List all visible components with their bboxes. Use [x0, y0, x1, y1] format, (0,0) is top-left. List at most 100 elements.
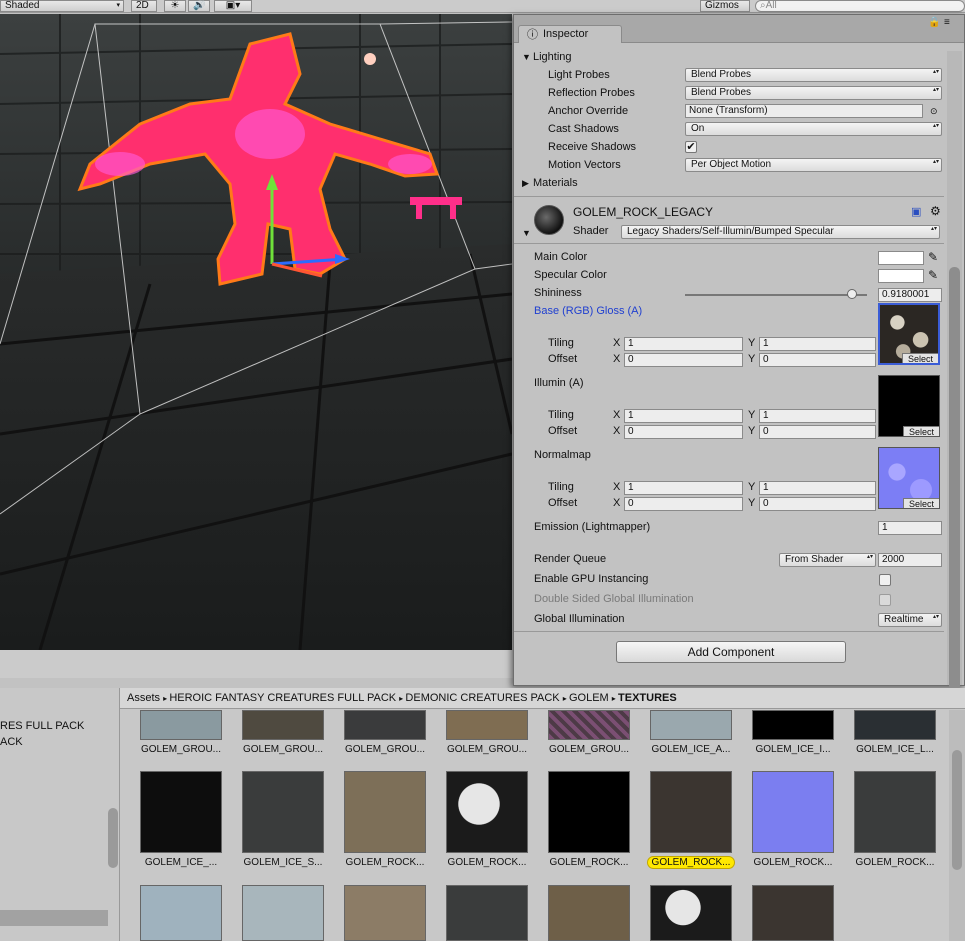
texture-thumbnail[interactable] — [548, 710, 630, 740]
texture-thumbnail[interactable] — [344, 885, 426, 941]
foldout-open-icon[interactable]: ▼ — [522, 228, 531, 238]
base-offset-y-field[interactable]: 0 — [759, 353, 876, 367]
normal-offset-y-field[interactable]: 0 — [759, 497, 876, 511]
cast-shadows-dropdown[interactable]: On — [685, 122, 942, 136]
main-color-swatch[interactable] — [878, 251, 924, 265]
illum-offset-x-field[interactable]: 0 — [624, 425, 743, 439]
breadcrumb-item[interactable]: HEROIC FANTASY CREATURES FULL PACK — [169, 692, 396, 704]
texture-label[interactable]: GOLEM_ROCK... — [437, 857, 537, 868]
texture-label[interactable]: GOLEM_GROU... — [335, 744, 435, 755]
effects-toggle-icon[interactable]: ▣▾ — [214, 0, 252, 12]
texture-thumbnail[interactable] — [344, 771, 426, 853]
texture-thumbnail[interactable] — [752, 710, 834, 740]
normalmap-texture-slot[interactable]: Select — [878, 447, 940, 509]
receive-shadows-checkbox[interactable]: ✔ — [685, 141, 697, 153]
texture-label[interactable]: GOLEM_ICE_L... — [845, 744, 945, 755]
object-picker-icon[interactable]: ⊙ — [930, 102, 938, 120]
light-probes-dropdown[interactable]: Blend Probes — [685, 68, 942, 82]
texture-label[interactable]: GOLEM_ROCK... — [335, 857, 435, 868]
base-tiling-y-field[interactable]: 1 — [759, 337, 876, 351]
eyedropper-icon[interactable]: ✎ — [928, 250, 938, 264]
shading-mode-dropdown[interactable]: Shaded ▾ — [0, 0, 124, 12]
breadcrumb-item[interactable]: Assets — [127, 692, 160, 704]
texture-thumbnail[interactable] — [140, 771, 222, 853]
texture-thumbnail[interactable] — [446, 885, 528, 941]
texture-label[interactable]: GOLEM_ICE_S... — [233, 857, 333, 868]
shininess-slider-thumb[interactable] — [847, 289, 858, 299]
inspector-scrollbar-thumb[interactable] — [949, 267, 960, 691]
base-tiling-x-field[interactable]: 1 — [624, 337, 743, 351]
texture-thumbnail[interactable] — [752, 771, 834, 853]
lighting-foldout[interactable]: ▼ Lighting — [514, 48, 944, 66]
gizmos-dropdown[interactable]: Gizmos ▾ — [700, 0, 750, 20]
shininess-value-field[interactable]: 0.9180001 — [878, 288, 942, 302]
texture-thumbnail[interactable] — [242, 885, 324, 941]
gpu-instancing-checkbox[interactable] — [879, 574, 891, 586]
folder-tree-scrollbar-thumb[interactable] — [108, 808, 118, 868]
emission-field[interactable]: 1 — [878, 521, 942, 535]
assets-scrollbar-thumb[interactable] — [952, 750, 962, 870]
texture-thumbnail[interactable] — [140, 710, 222, 740]
texture-label[interactable]: GOLEM_ICE_... — [131, 857, 231, 868]
texture-thumbnail[interactable] — [446, 710, 528, 740]
illumin-texture-slot[interactable]: Select — [878, 375, 940, 437]
shininess-slider-track[interactable] — [685, 294, 867, 296]
texture-thumbnail[interactable] — [752, 885, 834, 941]
2d-toggle-button[interactable]: 2D — [131, 0, 157, 12]
motion-vectors-dropdown[interactable]: Per Object Motion — [685, 158, 942, 172]
texture-thumbnail[interactable] — [650, 710, 732, 740]
texture-thumbnail[interactable] — [854, 771, 936, 853]
select-button[interactable]: Select — [902, 353, 938, 364]
render-queue-dropdown[interactable]: From Shader — [779, 553, 876, 567]
texture-label[interactable]: GOLEM_ROCK... — [743, 857, 843, 868]
reflection-probes-dropdown[interactable]: Blend Probes — [685, 86, 942, 100]
base-offset-x-field[interactable]: 0 — [624, 353, 743, 367]
materials-foldout[interactable]: ▶ Materials — [514, 174, 944, 192]
folder-item[interactable]: RES FULL PACK — [0, 720, 84, 732]
select-button[interactable]: Select — [903, 426, 939, 437]
texture-label[interactable]: GOLEM_GROU... — [539, 744, 639, 755]
texture-thumbnail[interactable] — [242, 710, 324, 740]
texture-thumbnail[interactable] — [548, 885, 630, 941]
gear-icon[interactable]: ⚙ — [930, 204, 941, 218]
global-illumination-dropdown[interactable]: Realtime — [878, 613, 942, 627]
texture-label[interactable]: GOLEM_GROU... — [233, 744, 333, 755]
eyedropper-icon[interactable]: ✎ — [928, 268, 938, 282]
texture-label[interactable]: GOLEM_ICE_A... — [641, 744, 741, 755]
inspector-scrollbar[interactable] — [947, 51, 962, 691]
texture-thumbnail[interactable] — [650, 771, 732, 853]
specular-color-swatch[interactable] — [878, 269, 924, 283]
lighting-toggle-icon[interactable]: ☀ — [164, 0, 186, 12]
base-texture-slot[interactable]: Select — [878, 303, 940, 365]
tab-inspector[interactable]: ⓘ Inspector — [518, 25, 622, 43]
breadcrumb-item[interactable]: GOLEM — [569, 692, 609, 704]
texture-label[interactable]: GOLEM_GROU... — [437, 744, 537, 755]
scene-view[interactable] — [0, 14, 512, 650]
texture-label[interactable]: GOLEM_ROCK... — [539, 857, 639, 868]
audio-toggle-icon[interactable]: 🔊 — [188, 0, 210, 12]
breadcrumb-item-current[interactable]: TEXTURES — [618, 692, 677, 704]
normal-offset-x-field[interactable]: 0 — [624, 497, 743, 511]
texture-thumbnail[interactable] — [548, 771, 630, 853]
add-component-button[interactable]: Add Component — [616, 641, 846, 663]
normal-tiling-y-field[interactable]: 1 — [759, 481, 876, 495]
select-button[interactable]: Select — [903, 498, 939, 509]
lock-icon[interactable]: 🔒 — [928, 17, 940, 28]
texture-thumbnail[interactable] — [242, 771, 324, 853]
anchor-override-field[interactable]: None (Transform) — [685, 104, 923, 118]
scene-search-input[interactable]: ⌕All — [755, 0, 965, 12]
illum-tiling-y-field[interactable]: 1 — [759, 409, 876, 423]
help-icon[interactable]: ▣ — [911, 205, 921, 218]
breadcrumb-item[interactable]: DEMONIC CREATURES PACK — [405, 692, 559, 704]
folder-item[interactable]: ACK — [0, 736, 23, 748]
texture-label[interactable]: GOLEM_ICE_I... — [743, 744, 843, 755]
render-queue-field[interactable]: 2000 — [878, 553, 942, 567]
texture-thumbnail[interactable] — [854, 710, 936, 740]
normal-tiling-x-field[interactable]: 1 — [624, 481, 743, 495]
illum-tiling-x-field[interactable]: 1 — [624, 409, 743, 423]
texture-thumbnail[interactable] — [140, 885, 222, 941]
texture-thumbnail[interactable] — [650, 885, 732, 941]
menu-icon[interactable]: ≡ — [944, 17, 950, 28]
texture-thumbnail[interactable] — [344, 710, 426, 740]
assets-scrollbar[interactable] — [949, 710, 965, 941]
